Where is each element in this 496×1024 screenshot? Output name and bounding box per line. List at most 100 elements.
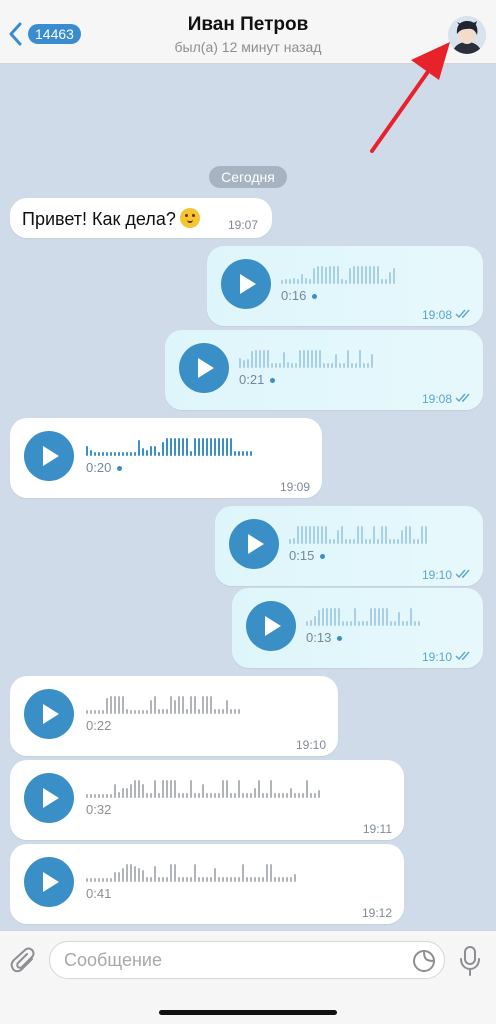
waveform-bar bbox=[126, 864, 128, 882]
waveform-bar bbox=[362, 621, 364, 626]
play-button[interactable] bbox=[24, 857, 74, 907]
voice-waveform[interactable] bbox=[86, 776, 322, 798]
waveform-bar bbox=[154, 696, 156, 714]
waveform-bar bbox=[210, 438, 212, 456]
waveform-bar bbox=[238, 877, 240, 882]
message-time: 19:07 bbox=[228, 218, 259, 232]
waveform-bar bbox=[138, 440, 140, 456]
message-time: 19:10 bbox=[421, 568, 452, 582]
waveform-bar bbox=[239, 358, 241, 368]
waveform-bar bbox=[325, 526, 327, 544]
waveform-bar bbox=[351, 363, 353, 368]
voice-message: 0:41 19:12 bbox=[10, 844, 404, 924]
waveform-bar bbox=[330, 608, 332, 626]
message-time: 19:09 bbox=[279, 480, 310, 494]
waveform-bar bbox=[377, 539, 379, 544]
waveform-bar bbox=[353, 539, 355, 544]
waveform-bar bbox=[398, 612, 400, 626]
waveform-bar bbox=[102, 710, 104, 714]
waveform-bar bbox=[326, 608, 328, 626]
voice-duration: 0:16 bbox=[281, 288, 307, 303]
waveform-bar bbox=[94, 794, 96, 798]
waveform-bar bbox=[258, 780, 260, 798]
play-button[interactable] bbox=[24, 773, 74, 823]
waveform-bar bbox=[178, 793, 180, 798]
voice-waveform[interactable] bbox=[281, 262, 397, 284]
play-button[interactable] bbox=[246, 601, 296, 651]
waveform-bar bbox=[301, 526, 303, 544]
voice-waveform[interactable] bbox=[239, 346, 375, 368]
play-button[interactable] bbox=[24, 431, 74, 481]
voice-message: 0:20 19:09 bbox=[10, 418, 322, 498]
waveform-bar bbox=[262, 877, 264, 882]
waveform-bar bbox=[267, 350, 269, 368]
message-time: 19:08 bbox=[421, 392, 452, 406]
message-field bbox=[49, 941, 445, 979]
waveform-bar bbox=[305, 526, 307, 544]
waveform-bar bbox=[363, 363, 365, 368]
waveform-bar bbox=[266, 864, 268, 882]
attach-icon[interactable] bbox=[10, 947, 38, 977]
voice-waveform[interactable] bbox=[86, 860, 298, 882]
waveform-bar bbox=[313, 526, 315, 544]
waveform-bar bbox=[425, 526, 427, 544]
waveform-bar bbox=[198, 709, 200, 714]
waveform-bar bbox=[126, 452, 128, 456]
waveform-bar bbox=[214, 438, 216, 456]
waveform-bar bbox=[289, 279, 291, 284]
voice-message: 0:32 19:11 bbox=[10, 760, 404, 840]
waveform-bar bbox=[202, 438, 204, 456]
waveform-bar bbox=[342, 621, 344, 626]
read-checkmarks-icon bbox=[455, 651, 470, 661]
message-input[interactable] bbox=[64, 950, 404, 971]
waveform-bar bbox=[98, 878, 100, 882]
waveform-bar bbox=[373, 526, 375, 544]
waveform-bar bbox=[222, 780, 224, 798]
waveform-bar bbox=[102, 878, 104, 882]
message-text[interactable]: Привет! Как дела? 19:07 bbox=[10, 198, 272, 238]
waveform-bar bbox=[334, 608, 336, 626]
waveform-bar bbox=[370, 608, 372, 626]
waveform-bar bbox=[238, 780, 240, 798]
waveform-bar bbox=[266, 793, 268, 798]
play-button[interactable] bbox=[24, 689, 74, 739]
waveform-bar bbox=[311, 350, 313, 368]
waveform-bar bbox=[381, 279, 383, 284]
voice-message: 0:21 19:08 bbox=[165, 330, 483, 410]
play-button[interactable] bbox=[229, 519, 279, 569]
waveform-bar bbox=[94, 452, 96, 456]
waveform-bar bbox=[385, 279, 387, 284]
waveform-bar bbox=[170, 864, 172, 882]
waveform-bar bbox=[421, 526, 423, 544]
microphone-icon[interactable] bbox=[458, 945, 482, 977]
waveform-bar bbox=[98, 710, 100, 714]
waveform-bar bbox=[126, 788, 128, 798]
waveform-bar bbox=[158, 709, 160, 714]
annotation-arrow bbox=[370, 42, 450, 153]
read-checkmarks-icon bbox=[455, 309, 470, 319]
waveform-bar bbox=[142, 710, 144, 714]
waveform-bar bbox=[250, 877, 252, 882]
waveform-bar bbox=[206, 438, 208, 456]
waveform-bar bbox=[110, 452, 112, 456]
play-button[interactable] bbox=[179, 343, 229, 393]
waveform-bar bbox=[394, 621, 396, 626]
voice-waveform[interactable] bbox=[289, 522, 429, 544]
waveform-bar bbox=[198, 438, 200, 456]
voice-waveform[interactable] bbox=[86, 692, 242, 714]
voice-waveform[interactable] bbox=[86, 434, 254, 456]
waveform-bar bbox=[158, 793, 160, 798]
voice-waveform[interactable] bbox=[306, 604, 422, 626]
waveform-bar bbox=[317, 266, 319, 284]
waveform-bar bbox=[202, 696, 204, 714]
unplayed-dot bbox=[270, 378, 276, 383]
waveform-bar bbox=[138, 780, 140, 798]
play-button[interactable] bbox=[221, 259, 271, 309]
waveform-bar bbox=[106, 698, 108, 714]
waveform-bar bbox=[293, 538, 295, 544]
sticker-icon[interactable] bbox=[412, 949, 436, 973]
waveform-bar bbox=[122, 696, 124, 714]
waveform-bar bbox=[310, 793, 312, 798]
waveform-bar bbox=[118, 872, 120, 882]
waveform-bar bbox=[418, 621, 420, 626]
